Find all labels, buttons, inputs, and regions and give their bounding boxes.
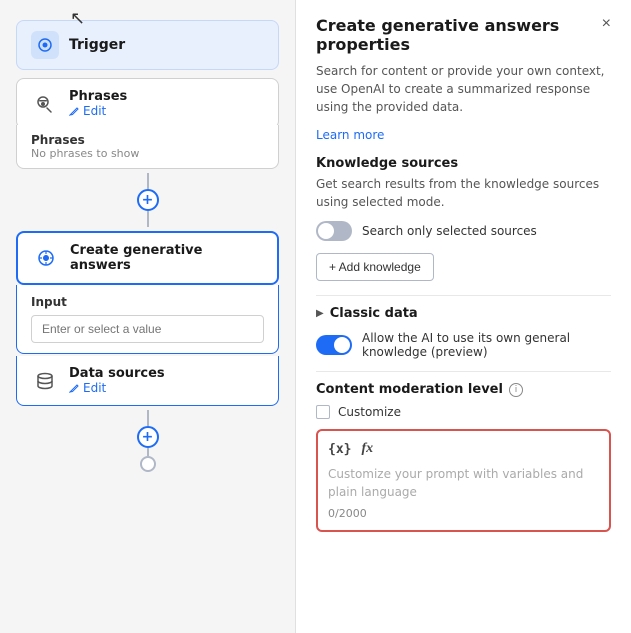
toggle-knob <box>318 223 334 239</box>
classic-data-chevron: ▶ <box>316 308 324 319</box>
phrases-edit-link[interactable]: Edit <box>69 104 127 118</box>
trigger-label: Trigger <box>69 37 125 53</box>
variable-icon: {x} <box>328 442 351 457</box>
left-panel: ↖ Trigger Phrases Edit <box>0 0 295 633</box>
ai-knowledge-toggle-row: Allow the AI to use its own general know… <box>316 331 611 359</box>
phrases-info-sub: No phrases to show <box>31 147 264 160</box>
close-button[interactable]: × <box>602 16 611 32</box>
add-knowledge-button[interactable]: + Add knowledge <box>316 253 434 281</box>
data-sources-edit-icon <box>69 383 80 394</box>
data-sources-node: Data sources Edit <box>16 356 279 406</box>
phrases-info-title: Phrases <box>31 133 264 147</box>
moderation-header: Content moderation level i <box>316 382 611 397</box>
divider-2 <box>316 371 611 372</box>
learn-more-link[interactable]: Learn more <box>316 128 384 142</box>
input-section: Input <box>16 285 279 354</box>
input-label: Input <box>31 295 264 309</box>
connector-line-top <box>147 173 149 189</box>
panel-title: Create generative answers properties <box>316 16 602 54</box>
moderation-title: Content moderation level <box>316 382 503 397</box>
end-circle <box>140 456 156 472</box>
panel-header: Create generative answers properties × <box>316 16 611 54</box>
prompt-char-count: 0/2000 <box>328 507 599 520</box>
connector-line-mid <box>147 211 149 227</box>
classic-data-header[interactable]: ▶ Classic data <box>316 306 611 321</box>
phrases-node: Phrases Edit <box>16 78 279 129</box>
customize-checkbox-row: Customize <box>316 405 611 419</box>
connector-top: + <box>16 169 279 231</box>
edit-icon <box>69 106 80 117</box>
phrases-info: Phrases No phrases to show <box>16 125 279 169</box>
info-icon: i <box>509 383 523 397</box>
prompt-placeholder-text: Customize your prompt with variables and… <box>328 465 599 501</box>
search-toggle[interactable] <box>316 221 352 241</box>
search-toggle-row: Search only selected sources <box>316 221 611 241</box>
phrases-icon <box>31 90 59 118</box>
prompt-toolbar: {x} fx <box>328 441 599 457</box>
bottom-connector-line <box>147 410 149 426</box>
customize-checkbox[interactable] <box>316 405 330 419</box>
divider-1 <box>316 295 611 296</box>
search-toggle-label: Search only selected sources <box>362 224 537 238</box>
gen-answers-icon <box>32 244 60 272</box>
add-node-button-top[interactable]: + <box>137 189 159 211</box>
classic-data-title: Classic data <box>330 306 418 321</box>
formula-icon: fx <box>361 441 373 457</box>
trigger-icon <box>31 31 59 59</box>
panel-description: Search for content or provide your own c… <box>316 62 611 116</box>
knowledge-sources-title: Knowledge sources <box>316 156 611 171</box>
bottom-line-short <box>147 448 149 456</box>
input-field[interactable] <box>31 315 264 343</box>
trigger-node: Trigger <box>16 20 279 70</box>
gen-answers-node[interactable]: Create generative answers <box>16 231 279 285</box>
formula-insert-button[interactable]: fx <box>361 441 373 457</box>
add-node-button-bottom[interactable]: + <box>137 426 159 448</box>
prompt-box[interactable]: {x} fx Customize your prompt with variab… <box>316 429 611 532</box>
data-sources-title: Data sources <box>69 366 165 381</box>
data-sources-icon <box>31 367 59 395</box>
ai-toggle-knob <box>334 337 350 353</box>
customize-checkbox-label: Customize <box>338 405 401 419</box>
right-panel: Create generative answers properties × S… <box>295 0 631 633</box>
ai-knowledge-toggle[interactable] <box>316 335 352 355</box>
knowledge-sources-desc: Get search results from the knowledge so… <box>316 175 611 211</box>
gen-answers-label: Create generative answers <box>70 243 263 273</box>
bottom-connector: + <box>16 406 279 476</box>
phrases-node-title: Phrases <box>69 89 127 104</box>
ai-knowledge-label: Allow the AI to use its own general know… <box>362 331 611 359</box>
variable-insert-button[interactable]: {x} <box>328 442 351 457</box>
data-sources-edit-link[interactable]: Edit <box>69 381 165 395</box>
